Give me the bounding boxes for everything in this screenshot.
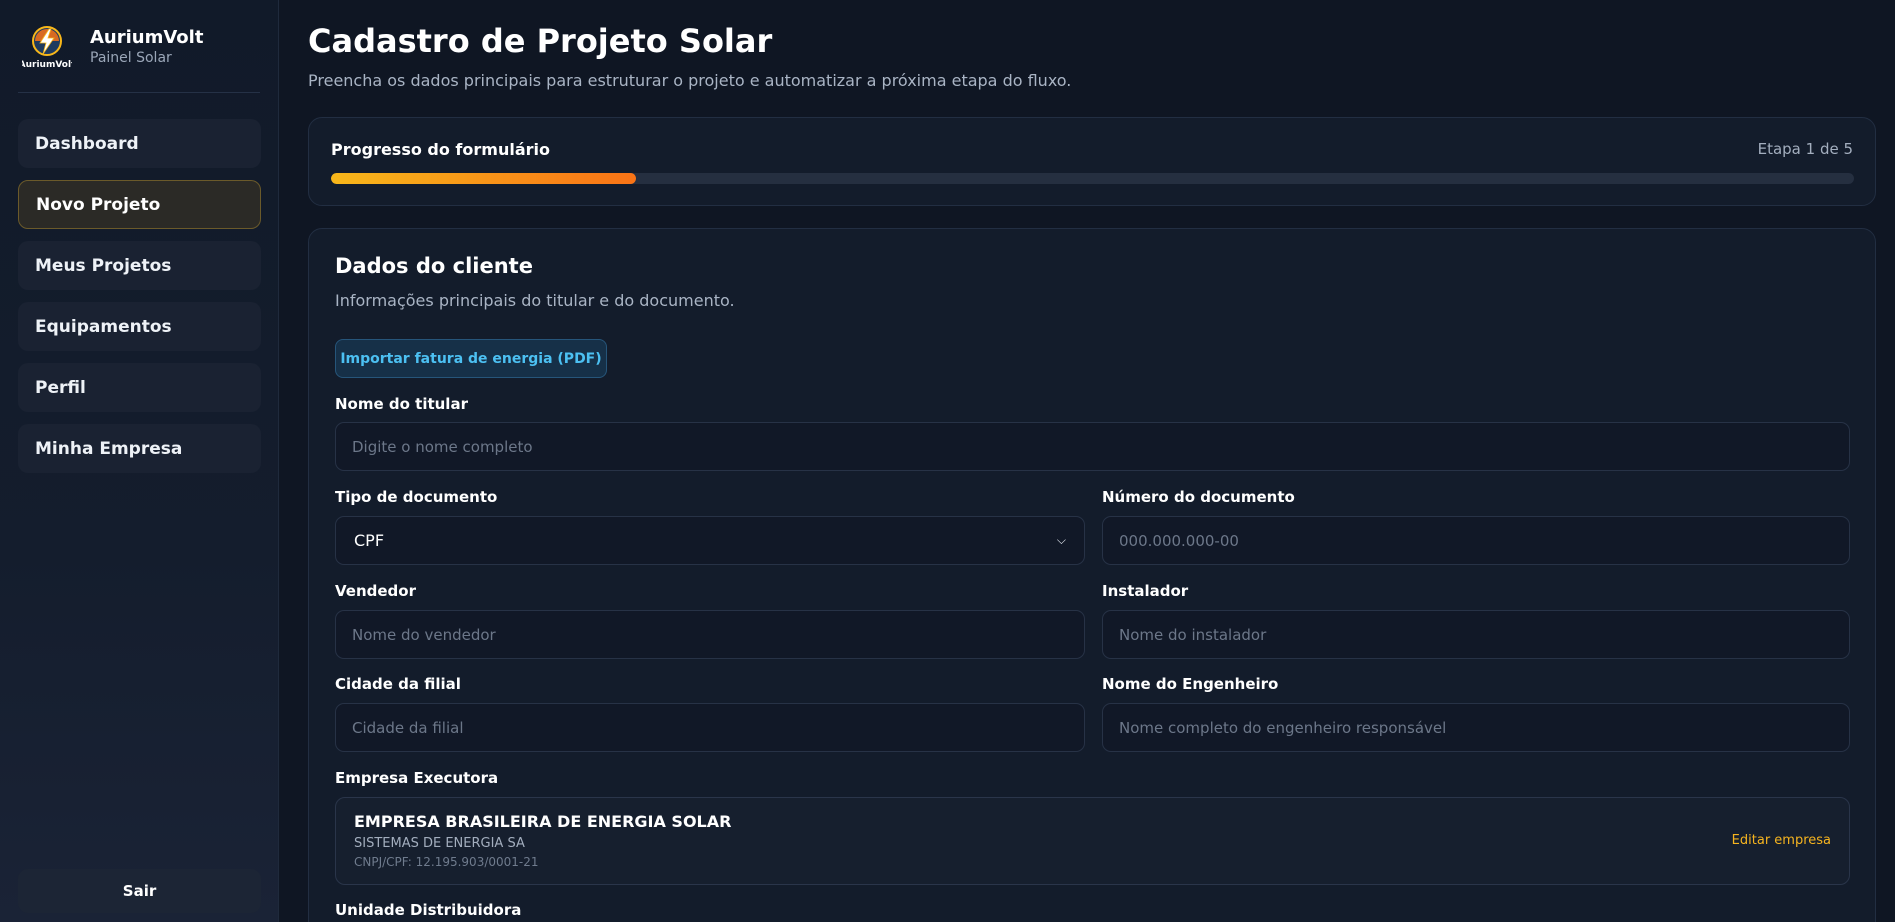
client-form-card: Dados do cliente Informações principais …	[308, 228, 1876, 922]
import-invoice-button[interactable]: Importar fatura de energia (PDF)	[335, 339, 607, 378]
progress-card: Progresso do formulário Etapa 1 de 5	[308, 117, 1876, 206]
instalador-label: Instalador	[1102, 582, 1189, 600]
logout-button[interactable]: Sair	[18, 869, 261, 913]
engenheiro-input[interactable]	[1102, 703, 1850, 752]
sidebar-item-perfil[interactable]: Perfil	[18, 363, 261, 412]
brand-name: AuriumVolt	[90, 27, 204, 48]
edit-company-link[interactable]: Editar empresa	[1732, 833, 1831, 848]
sidebar-item-equipamentos[interactable]: Equipamentos	[18, 302, 261, 351]
progress-label: Progresso do formulário	[331, 140, 550, 159]
page-title: Cadastro de Projeto Solar	[308, 22, 773, 60]
brand[interactable]: AuriumVolt AuriumVolt Painel Solar	[22, 24, 203, 70]
vendedor-label: Vendedor	[335, 582, 416, 600]
logo: AuriumVolt	[22, 24, 72, 70]
doc-type-select[interactable]: CPF ⌵	[335, 516, 1085, 565]
section-title: Dados do cliente	[335, 254, 533, 278]
company-subtitle: SISTEMAS DE ENERGIA SA	[354, 836, 525, 851]
empresa-label: Empresa Executora	[335, 769, 499, 787]
progress-step: Etapa 1 de 5	[1757, 140, 1853, 158]
company-card: EMPRESA BRASILEIRA DE ENERGIA SOLAR SIST…	[335, 797, 1850, 885]
doc-type-label: Tipo de documento	[335, 488, 498, 506]
vendedor-input[interactable]	[335, 610, 1085, 659]
cidade-input[interactable]	[335, 703, 1085, 752]
company-document: CNPJ/CPF: 12.195.903/0001-21	[354, 855, 539, 869]
brand-subtitle: Painel Solar	[90, 50, 172, 66]
titular-input[interactable]	[335, 422, 1850, 471]
section-subtitle: Informações principais do titular e do d…	[335, 291, 735, 310]
cidade-label: Cidade da filial	[335, 675, 461, 693]
instalador-input[interactable]	[1102, 610, 1850, 659]
sidebar-nav: Dashboard Novo Projeto Meus Projetos Equ…	[18, 119, 261, 485]
sidebar-item-novo-projeto[interactable]: Novo Projeto	[18, 180, 261, 229]
svg-text:AuriumVolt: AuriumVolt	[22, 60, 72, 70]
progress-fill	[331, 173, 636, 184]
doc-number-input[interactable]	[1102, 516, 1850, 565]
page-subtitle: Preencha os dados principais para estrut…	[308, 71, 1072, 90]
progress-bar	[331, 173, 1854, 184]
doc-type-value: CPF	[354, 531, 385, 550]
distribuidora-label: Unidade Distribuidora	[335, 901, 522, 919]
engenheiro-label: Nome do Engenheiro	[1102, 675, 1279, 693]
sidebar-item-meus-projetos[interactable]: Meus Projetos	[18, 241, 261, 290]
chevron-down-icon: ⌵	[1056, 533, 1066, 547]
divider	[18, 92, 260, 93]
company-name: EMPRESA BRASILEIRA DE ENERGIA SOLAR	[354, 812, 732, 831]
sidebar-item-minha-empresa[interactable]: Minha Empresa	[18, 424, 261, 473]
doc-number-label: Número do documento	[1102, 488, 1295, 506]
sidebar: AuriumVolt AuriumVolt Painel Solar Dashb…	[0, 0, 279, 922]
sidebar-item-dashboard[interactable]: Dashboard	[18, 119, 261, 168]
titular-label: Nome do titular	[335, 395, 468, 413]
